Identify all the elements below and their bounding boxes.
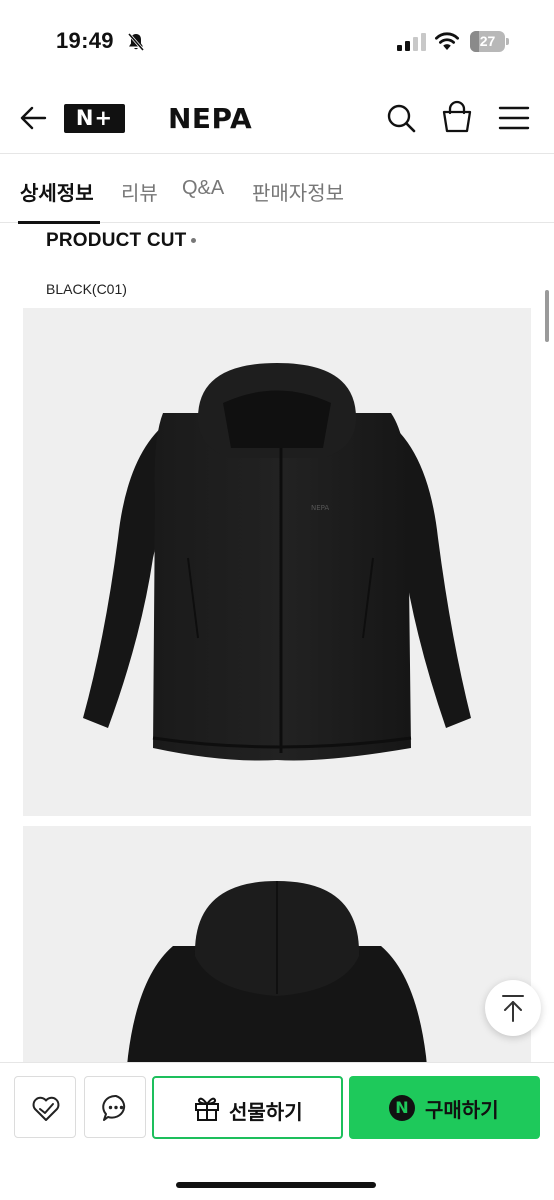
app-header: N+ NEPA [0,82,554,154]
status-bar: 19:49 27 [0,0,554,82]
arrow-up-icon [502,995,524,1022]
product-detail-content[interactable]: PRODUCT CUT BLACK(C01) NEPA [0,224,554,1062]
buy-button-label: 구매하기 [425,1100,499,1122]
tab-qna[interactable]: Q&A [182,177,224,221]
nplus-logo[interactable]: N+ [64,104,125,133]
signal-icon [397,33,426,51]
search-icon[interactable] [385,102,417,134]
tab-reviews[interactable]: 리뷰 [121,177,158,221]
product-photo-front: NEPA [23,308,531,816]
tab-seller-info[interactable]: 판매자정보 [252,177,344,221]
section-title: PRODUCT CUT [46,230,197,252]
gift-icon [195,1097,219,1121]
tab-details[interactable]: 상세정보 [20,177,94,221]
buy-button[interactable]: N 구매하기 [349,1076,540,1139]
battery-body: 27 [470,31,505,52]
heart-check-icon [32,1096,60,1121]
jacket-front-illustration: NEPA [83,363,471,761]
jacket-back-illustration [127,881,427,1062]
jacket-logo-text: NEPA [311,504,329,512]
color-label: BLACK(C01) [46,281,127,297]
gift-button-label: 선물하기 [229,1102,303,1124]
wishlist-button[interactable] [14,1076,76,1138]
brand-logo[interactable]: NEPA [168,102,252,135]
battery-cap [506,38,509,45]
section-title-text: PRODUCT CUT [46,230,187,251]
battery-icon: 27 [470,31,510,52]
product-photo-back [23,826,531,1062]
title-dot [191,238,197,244]
tab-bar: 상세정보 리뷰 Q&A 판매자정보 [0,155,554,224]
npay-badge: N [389,1095,415,1121]
chat-button[interactable] [84,1076,146,1138]
status-time: 19:49 [56,28,114,53]
gift-button[interactable]: 선물하기 [152,1076,343,1139]
chat-bubble-icon [102,1094,126,1121]
battery-level: 27 [479,33,496,49]
scroll-to-top-button[interactable] [485,980,541,1036]
scrollbar[interactable] [545,290,549,342]
bottom-action-bar: 선물하기 N 구매하기 [0,1062,554,1200]
bell-slash-icon [127,33,145,51]
home-indicator [176,1182,376,1188]
arrow-left-icon[interactable] [18,102,50,134]
shopping-bag-icon[interactable] [441,100,473,134]
wifi-icon [435,32,459,50]
hamburger-menu-icon[interactable] [498,104,530,132]
